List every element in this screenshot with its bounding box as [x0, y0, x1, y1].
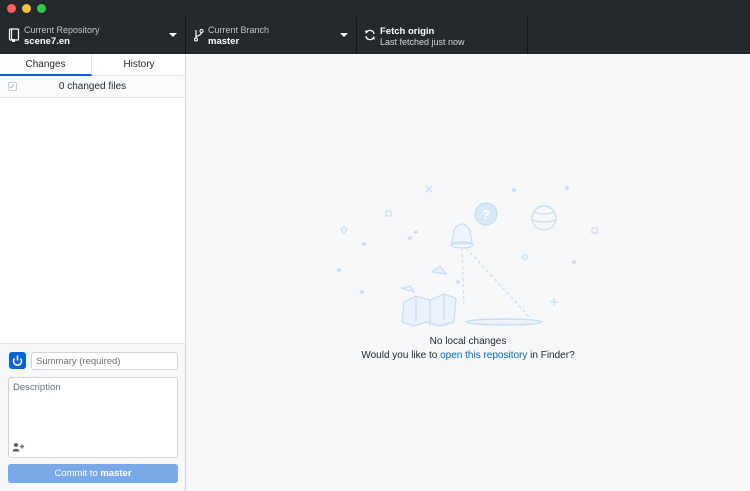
- repository-icon: [8, 28, 20, 42]
- open-prompt-suffix: in Finder?: [527, 350, 575, 361]
- commit-description-box: [8, 377, 178, 458]
- sparkle-icon: [337, 185, 598, 306]
- add-coauthor-icon[interactable]: [12, 442, 24, 452]
- map-icon: [399, 265, 457, 327]
- branch-icon: [193, 28, 204, 42]
- open-prompt-prefix: Would you like to: [361, 350, 441, 361]
- changed-files-count: 0 changed files: [58, 81, 127, 92]
- branch-selector[interactable]: Current Branch master: [186, 17, 357, 54]
- repository-title: Current Repository: [24, 25, 100, 35]
- main-panel: ? No local changes Would you like to ope…: [186, 54, 750, 491]
- commit-button-branch: master: [100, 468, 132, 479]
- toolbar: Current Repository scene7.en Current Bra…: [0, 17, 750, 54]
- tab-history[interactable]: History: [93, 54, 185, 76]
- chevron-down-icon: [169, 33, 177, 37]
- rocket-icon: [450, 223, 533, 321]
- avatar: [9, 352, 26, 369]
- repository-name: scene7.en: [24, 36, 70, 47]
- no-changes-illustration: ?: [337, 185, 598, 327]
- app-window: Current Repository scene7.en Current Bra…: [0, 0, 750, 491]
- repository-selector[interactable]: Current Repository scene7.en: [0, 17, 186, 54]
- minimize-window-button[interactable]: [22, 4, 31, 13]
- no-local-changes-text: No local changes: [429, 336, 507, 347]
- commit-summary-input[interactable]: [31, 352, 178, 370]
- svg-text:?: ?: [482, 207, 490, 222]
- commit-button-prefix: Commit to: [54, 468, 101, 479]
- branch-title: Current Branch: [208, 25, 270, 35]
- sync-icon: [365, 29, 375, 41]
- commit-panel: Commit to master: [0, 343, 185, 491]
- planet-icon: [531, 205, 557, 231]
- changed-files-header: ✓ 0 changed files: [0, 76, 185, 98]
- question-bubble-icon: ?: [474, 202, 498, 226]
- close-window-button[interactable]: [7, 4, 16, 13]
- maximize-window-button[interactable]: [37, 4, 46, 13]
- title-bar: [0, 0, 750, 17]
- chevron-down-icon: [340, 33, 348, 37]
- open-repository-link[interactable]: open this repository: [440, 350, 527, 361]
- fetch-title: Fetch origin: [380, 26, 435, 37]
- tab-changes[interactable]: Changes: [0, 54, 92, 76]
- fetch-origin-button[interactable]: Fetch origin Last fetched just now: [357, 17, 528, 54]
- fetch-status: Last fetched just now: [380, 37, 465, 47]
- sidebar: Changes History ✓ 0 changed files Summar…: [0, 54, 186, 491]
- commit-description-input[interactable]: [9, 378, 177, 440]
- open-repository-prompt: Would you like to open this repository i…: [186, 350, 750, 361]
- sidebar-tabs: Changes History: [0, 54, 185, 76]
- branch-name: master: [208, 36, 240, 47]
- commit-button[interactable]: Commit to master: [8, 464, 178, 483]
